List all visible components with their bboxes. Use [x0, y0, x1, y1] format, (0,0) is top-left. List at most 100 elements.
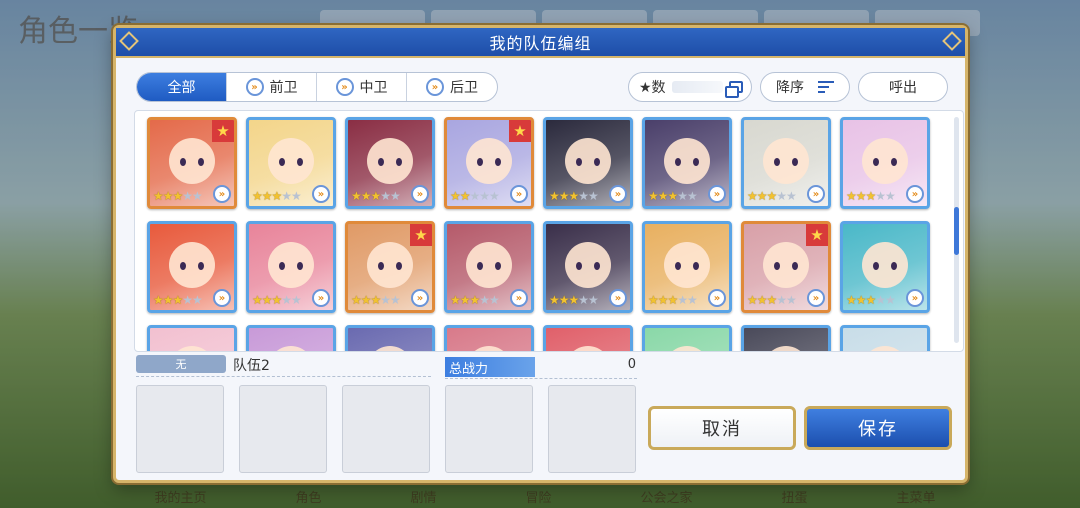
tab-middle[interactable]: » 中卫 [317, 73, 407, 101]
team-slot-4[interactable] [445, 385, 533, 473]
scrollbar[interactable] [954, 117, 959, 343]
star-rating: ★★★★★ [351, 293, 401, 307]
ornament-icon [942, 31, 962, 51]
character-eyes [873, 158, 897, 166]
role-icon: » [510, 185, 528, 203]
tab-front[interactable]: » 前卫 [227, 73, 317, 101]
role-icon: » [609, 185, 627, 203]
total-power-label: 总战力 [445, 357, 535, 377]
role-icon: » [213, 185, 231, 203]
star-rating: ★★★★★ [153, 293, 203, 307]
star-rating: ★★★★★ [450, 293, 500, 307]
team-slot-1[interactable] [136, 385, 224, 473]
character-eyes [576, 262, 600, 270]
character-portrait [664, 346, 710, 351]
tab-all[interactable]: 全部 [137, 73, 227, 101]
character-card[interactable]: ★★★★★» [345, 325, 435, 351]
character-list[interactable]: ★★★★★» ★ ★★★★★» ★★★★★» ★★★★★» ★ ★★★★★» ★★★★★» ★★… [134, 110, 964, 352]
ornament-icon [119, 31, 139, 51]
character-eyes [378, 158, 402, 166]
character-portrait [268, 346, 314, 351]
character-portrait [862, 346, 908, 351]
sort-key-label: ★数 [639, 80, 666, 96]
character-card[interactable]: ★★★★★» [444, 325, 534, 351]
save-button[interactable]: 保存 [804, 406, 952, 450]
character-card[interactable]: ★★★★★» [840, 325, 930, 351]
character-card[interactable]: ★★★★★» [246, 221, 336, 313]
total-power-value: 0 [627, 357, 636, 372]
character-card[interactable]: ★★★★★ » [246, 117, 336, 209]
character-eyes [279, 158, 303, 166]
scroll-thumb[interactable] [954, 207, 959, 255]
favorite-star-icon: ★ [410, 224, 432, 246]
character-eyes [477, 158, 501, 166]
character-card[interactable]: ★★★★★» [543, 117, 633, 209]
character-card[interactable]: ★★★★★ » [147, 221, 237, 313]
character-eyes [675, 158, 699, 166]
team-slot-5[interactable] [548, 385, 636, 473]
character-eyes [576, 158, 600, 166]
star-rating: ★★★★★ [747, 189, 797, 203]
character-card[interactable]: ★★★★★» [642, 325, 732, 351]
favorite-star-icon: ★ [509, 120, 531, 142]
role-icon: » [708, 289, 726, 307]
sort-key-button[interactable]: ★数 [628, 72, 752, 102]
role-icon: » [906, 185, 924, 203]
role-icon: » [312, 289, 330, 307]
character-eyes [774, 158, 798, 166]
team-slot-3[interactable] [342, 385, 430, 473]
character-card[interactable]: ★★★★★ » [741, 117, 831, 209]
character-card[interactable]: ★★★★★ » ★ [444, 117, 534, 209]
favorite-star-icon: ★ [212, 120, 234, 142]
role-icon: » [708, 185, 726, 203]
role-icon: » [245, 78, 264, 96]
character-card[interactable]: ★★★★★» [345, 117, 435, 209]
character-eyes [675, 262, 699, 270]
star-rating: ★★★★★ [846, 293, 896, 307]
character-card[interactable]: ★★★★★ » ★ [741, 221, 831, 313]
character-card[interactable]: ★★★★★» [147, 325, 237, 351]
sort-order-button[interactable]: 降序 [760, 72, 850, 102]
character-card[interactable]: ★★★★★ » [840, 117, 930, 209]
character-card[interactable]: ★★★★★» [543, 325, 633, 351]
character-portrait [565, 346, 611, 351]
role-icon: » [213, 289, 231, 307]
role-icon: » [312, 185, 330, 203]
star-rating: ★★★★★ [648, 293, 698, 307]
tab-label: 中卫 [359, 80, 388, 96]
role-icon: » [906, 289, 924, 307]
character-grid: ★★★★★» ★ ★★★★★» ★★★★★» ★★★★★» ★ ★★★★★» ★★★★★» ★★… [147, 117, 930, 351]
star-rating: ★★★★★ [846, 189, 896, 203]
dialog-header: 我的队伍编组 [116, 28, 965, 58]
star-rating: ★★★★★ [252, 189, 302, 203]
character-portrait [169, 346, 215, 351]
recall-button[interactable]: 呼出 [858, 72, 948, 102]
character-card[interactable]: ★★★★★ » ★ [345, 221, 435, 313]
favorite-star-icon: ★ [806, 224, 828, 246]
copy-icon [725, 81, 743, 98]
cancel-button[interactable]: 取消 [648, 406, 796, 450]
character-card[interactable]: ★★★★★ » [642, 221, 732, 313]
sort-lines-icon [818, 81, 834, 93]
character-eyes [477, 262, 501, 270]
team-edit-dialog: 我的队伍编组 全部 » 前卫 » 中卫 » 后卫 ★数 降序 呼出 ★★★★★ »… [113, 25, 968, 483]
star-rating: ★★★★★ [648, 189, 698, 203]
character-card[interactable]: ★★★★★» [246, 325, 336, 351]
character-card[interactable]: ★★★★★» [543, 221, 633, 313]
role-icon: » [807, 185, 825, 203]
role-icon: » [335, 78, 354, 96]
character-card[interactable]: ★★★★★» [444, 221, 534, 313]
character-card[interactable]: ★★★★★» [741, 325, 831, 351]
character-card[interactable]: ★★★★★ » [840, 221, 930, 313]
character-eyes [873, 262, 897, 270]
character-eyes [774, 262, 798, 270]
star-rating: ★★★★★ [153, 189, 203, 203]
character-card[interactable]: ★★★★★ » ★ [147, 117, 237, 209]
tab-label: 前卫 [269, 80, 298, 96]
character-portrait [466, 346, 512, 351]
tab-back[interactable]: » 后卫 [407, 73, 497, 101]
team-slot-2[interactable] [239, 385, 327, 473]
character-card[interactable]: ★★★★★ » [642, 117, 732, 209]
sort-order-label: 降序 [776, 80, 804, 96]
role-icon: » [426, 78, 444, 96]
